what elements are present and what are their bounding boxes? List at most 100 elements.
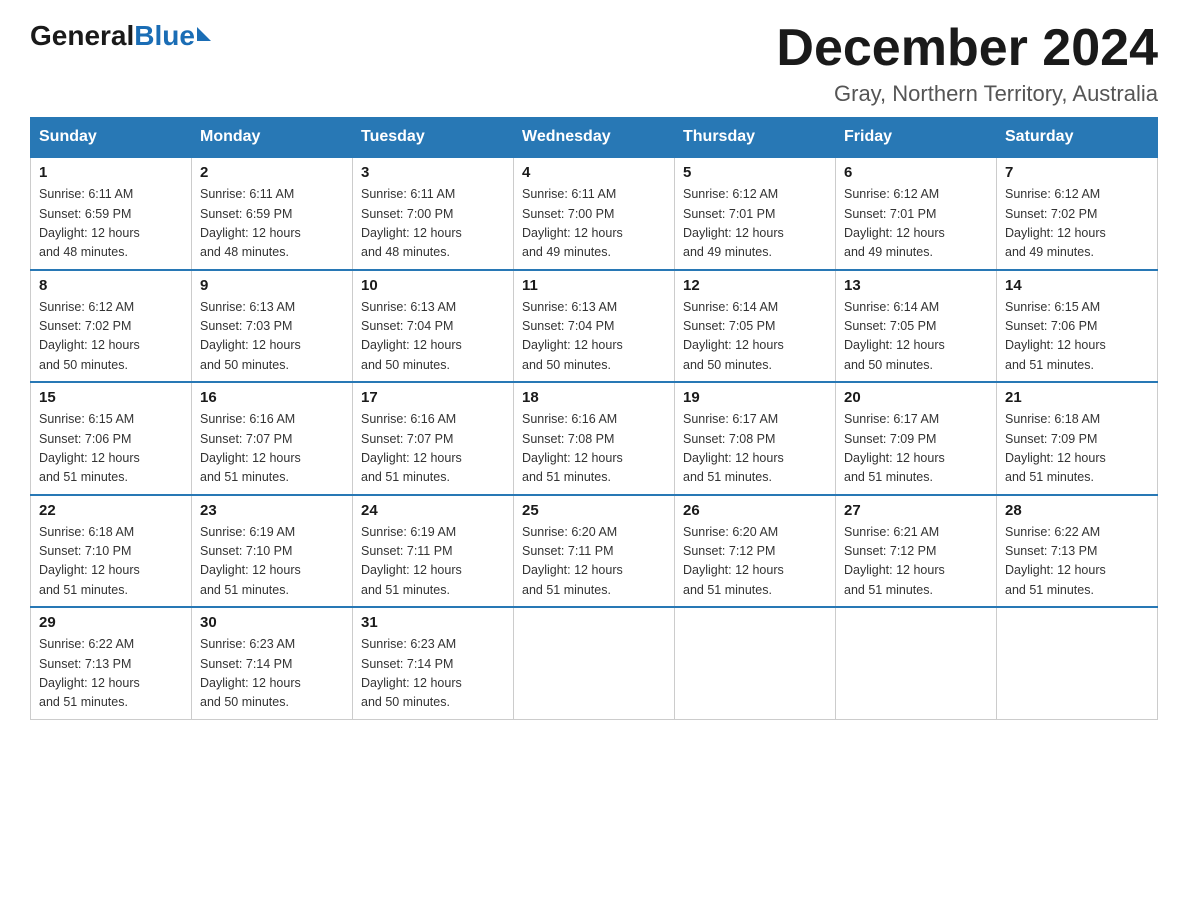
day-info: Sunrise: 6:17 AMSunset: 7:09 PMDaylight:… bbox=[844, 410, 988, 488]
day-number: 6 bbox=[844, 164, 988, 181]
day-info: Sunrise: 6:16 AMSunset: 7:07 PMDaylight:… bbox=[361, 410, 505, 488]
table-row: 24 Sunrise: 6:19 AMSunset: 7:11 PMDayligh… bbox=[353, 495, 514, 608]
logo-blue-container: Blue bbox=[134, 20, 211, 52]
table-row: 18 Sunrise: 6:16 AMSunset: 7:08 PMDayligh… bbox=[514, 382, 675, 495]
day-number: 30 bbox=[200, 614, 344, 631]
day-number: 12 bbox=[683, 277, 827, 294]
table-row: 15 Sunrise: 6:15 AMSunset: 7:06 PMDayligh… bbox=[31, 382, 192, 495]
col-tuesday: Tuesday bbox=[353, 118, 514, 158]
day-info: Sunrise: 6:11 AMSunset: 7:00 PMDaylight:… bbox=[522, 185, 666, 263]
day-info: Sunrise: 6:19 AMSunset: 7:11 PMDaylight:… bbox=[361, 523, 505, 601]
day-number: 15 bbox=[39, 389, 183, 406]
day-number: 29 bbox=[39, 614, 183, 631]
day-info: Sunrise: 6:22 AMSunset: 7:13 PMDaylight:… bbox=[39, 635, 183, 713]
day-info: Sunrise: 6:13 AMSunset: 7:04 PMDaylight:… bbox=[361, 298, 505, 376]
day-number: 28 bbox=[1005, 502, 1149, 519]
logo-general-text: General bbox=[30, 20, 134, 52]
table-row: 26 Sunrise: 6:20 AMSunset: 7:12 PMDayligh… bbox=[675, 495, 836, 608]
table-row bbox=[836, 607, 997, 719]
logo-triangle-icon bbox=[197, 27, 211, 41]
day-number: 11 bbox=[522, 277, 666, 294]
day-number: 2 bbox=[200, 164, 344, 181]
day-info: Sunrise: 6:20 AMSunset: 7:12 PMDaylight:… bbox=[683, 523, 827, 601]
day-info: Sunrise: 6:20 AMSunset: 7:11 PMDaylight:… bbox=[522, 523, 666, 601]
table-row: 16 Sunrise: 6:16 AMSunset: 7:07 PMDayligh… bbox=[192, 382, 353, 495]
col-friday: Friday bbox=[836, 118, 997, 158]
table-row: 25 Sunrise: 6:20 AMSunset: 7:11 PMDayligh… bbox=[514, 495, 675, 608]
calendar-week-row: 1 Sunrise: 6:11 AMSunset: 6:59 PMDaylight… bbox=[31, 157, 1158, 270]
day-info: Sunrise: 6:16 AMSunset: 7:08 PMDaylight:… bbox=[522, 410, 666, 488]
day-number: 10 bbox=[361, 277, 505, 294]
table-row: 31Sunrise: 6:23 AMSunset: 7:14 PMDayligh… bbox=[353, 607, 514, 719]
table-row: 1 Sunrise: 6:11 AMSunset: 6:59 PMDaylight… bbox=[31, 157, 192, 270]
calendar-week-row: 15 Sunrise: 6:15 AMSunset: 7:06 PMDayligh… bbox=[31, 382, 1158, 495]
day-info: Sunrise: 6:17 AMSunset: 7:08 PMDaylight:… bbox=[683, 410, 827, 488]
table-row: 14Sunrise: 6:15 AMSunset: 7:06 PMDayligh… bbox=[997, 270, 1158, 383]
day-number: 31 bbox=[361, 614, 505, 631]
table-row: 13 Sunrise: 6:14 AMSunset: 7:05 PMDayligh… bbox=[836, 270, 997, 383]
day-number: 23 bbox=[200, 502, 344, 519]
col-thursday: Thursday bbox=[675, 118, 836, 158]
table-row: 27 Sunrise: 6:21 AMSunset: 7:12 PMDayligh… bbox=[836, 495, 997, 608]
table-row: 10 Sunrise: 6:13 AMSunset: 7:04 PMDayligh… bbox=[353, 270, 514, 383]
table-row bbox=[514, 607, 675, 719]
table-row: 17 Sunrise: 6:16 AMSunset: 7:07 PMDayligh… bbox=[353, 382, 514, 495]
day-number: 8 bbox=[39, 277, 183, 294]
table-row: 7Sunrise: 6:12 AMSunset: 7:02 PMDaylight… bbox=[997, 157, 1158, 270]
day-info: Sunrise: 6:13 AMSunset: 7:04 PMDaylight:… bbox=[522, 298, 666, 376]
day-number: 14 bbox=[1005, 277, 1149, 294]
day-number: 27 bbox=[844, 502, 988, 519]
day-info: Sunrise: 6:19 AMSunset: 7:10 PMDaylight:… bbox=[200, 523, 344, 601]
day-number: 16 bbox=[200, 389, 344, 406]
day-info: Sunrise: 6:11 AMSunset: 7:00 PMDaylight:… bbox=[361, 185, 505, 263]
day-info: Sunrise: 6:15 AMSunset: 7:06 PMDaylight:… bbox=[39, 410, 183, 488]
location-text: Gray, Northern Territory, Australia bbox=[776, 81, 1158, 107]
day-info: Sunrise: 6:14 AMSunset: 7:05 PMDaylight:… bbox=[683, 298, 827, 376]
table-row: 23 Sunrise: 6:19 AMSunset: 7:10 PMDayligh… bbox=[192, 495, 353, 608]
table-row: 19Sunrise: 6:17 AMSunset: 7:08 PMDayligh… bbox=[675, 382, 836, 495]
day-info: Sunrise: 6:12 AMSunset: 7:01 PMDaylight:… bbox=[683, 185, 827, 263]
table-row: 11 Sunrise: 6:13 AMSunset: 7:04 PMDayligh… bbox=[514, 270, 675, 383]
day-info: Sunrise: 6:11 AMSunset: 6:59 PMDaylight:… bbox=[200, 185, 344, 263]
day-info: Sunrise: 6:12 AMSunset: 7:01 PMDaylight:… bbox=[844, 185, 988, 263]
col-monday: Monday bbox=[192, 118, 353, 158]
day-number: 9 bbox=[200, 277, 344, 294]
table-row: 2 Sunrise: 6:11 AMSunset: 6:59 PMDaylight… bbox=[192, 157, 353, 270]
table-row: 20Sunrise: 6:17 AMSunset: 7:09 PMDayligh… bbox=[836, 382, 997, 495]
day-info: Sunrise: 6:22 AMSunset: 7:13 PMDaylight:… bbox=[1005, 523, 1149, 601]
day-number: 24 bbox=[361, 502, 505, 519]
day-info: Sunrise: 6:18 AMSunset: 7:10 PMDaylight:… bbox=[39, 523, 183, 601]
day-number: 7 bbox=[1005, 164, 1149, 181]
day-number: 21 bbox=[1005, 389, 1149, 406]
table-row: 6 Sunrise: 6:12 AMSunset: 7:01 PMDaylight… bbox=[836, 157, 997, 270]
day-info: Sunrise: 6:23 AMSunset: 7:14 PMDaylight:… bbox=[200, 635, 344, 713]
day-number: 17 bbox=[361, 389, 505, 406]
table-row: 22Sunrise: 6:18 AMSunset: 7:10 PMDayligh… bbox=[31, 495, 192, 608]
col-saturday: Saturday bbox=[997, 118, 1158, 158]
table-row: 12 Sunrise: 6:14 AMSunset: 7:05 PMDayligh… bbox=[675, 270, 836, 383]
logo-area: General Blue bbox=[30, 20, 211, 52]
table-row: 5 Sunrise: 6:12 AMSunset: 7:01 PMDaylight… bbox=[675, 157, 836, 270]
day-number: 26 bbox=[683, 502, 827, 519]
calendar-week-row: 22Sunrise: 6:18 AMSunset: 7:10 PMDayligh… bbox=[31, 495, 1158, 608]
day-info: Sunrise: 6:16 AMSunset: 7:07 PMDaylight:… bbox=[200, 410, 344, 488]
col-wednesday: Wednesday bbox=[514, 118, 675, 158]
day-info: Sunrise: 6:14 AMSunset: 7:05 PMDaylight:… bbox=[844, 298, 988, 376]
calendar-week-row: 8 Sunrise: 6:12 AMSunset: 7:02 PMDaylight… bbox=[31, 270, 1158, 383]
day-number: 4 bbox=[522, 164, 666, 181]
table-row: 29 Sunrise: 6:22 AMSunset: 7:13 PMDayligh… bbox=[31, 607, 192, 719]
day-number: 1 bbox=[39, 164, 183, 181]
day-info: Sunrise: 6:11 AMSunset: 6:59 PMDaylight:… bbox=[39, 185, 183, 263]
day-number: 18 bbox=[522, 389, 666, 406]
calendar-header-row: Sunday Monday Tuesday Wednesday Thursday… bbox=[31, 118, 1158, 158]
table-row bbox=[675, 607, 836, 719]
day-info: Sunrise: 6:12 AMSunset: 7:02 PMDaylight:… bbox=[39, 298, 183, 376]
table-row: 28 Sunrise: 6:22 AMSunset: 7:13 PMDayligh… bbox=[997, 495, 1158, 608]
day-number: 5 bbox=[683, 164, 827, 181]
table-row bbox=[997, 607, 1158, 719]
table-row: 8 Sunrise: 6:12 AMSunset: 7:02 PMDaylight… bbox=[31, 270, 192, 383]
day-number: 13 bbox=[844, 277, 988, 294]
day-info: Sunrise: 6:13 AMSunset: 7:03 PMDaylight:… bbox=[200, 298, 344, 376]
day-info: Sunrise: 6:21 AMSunset: 7:12 PMDaylight:… bbox=[844, 523, 988, 601]
day-number: 25 bbox=[522, 502, 666, 519]
